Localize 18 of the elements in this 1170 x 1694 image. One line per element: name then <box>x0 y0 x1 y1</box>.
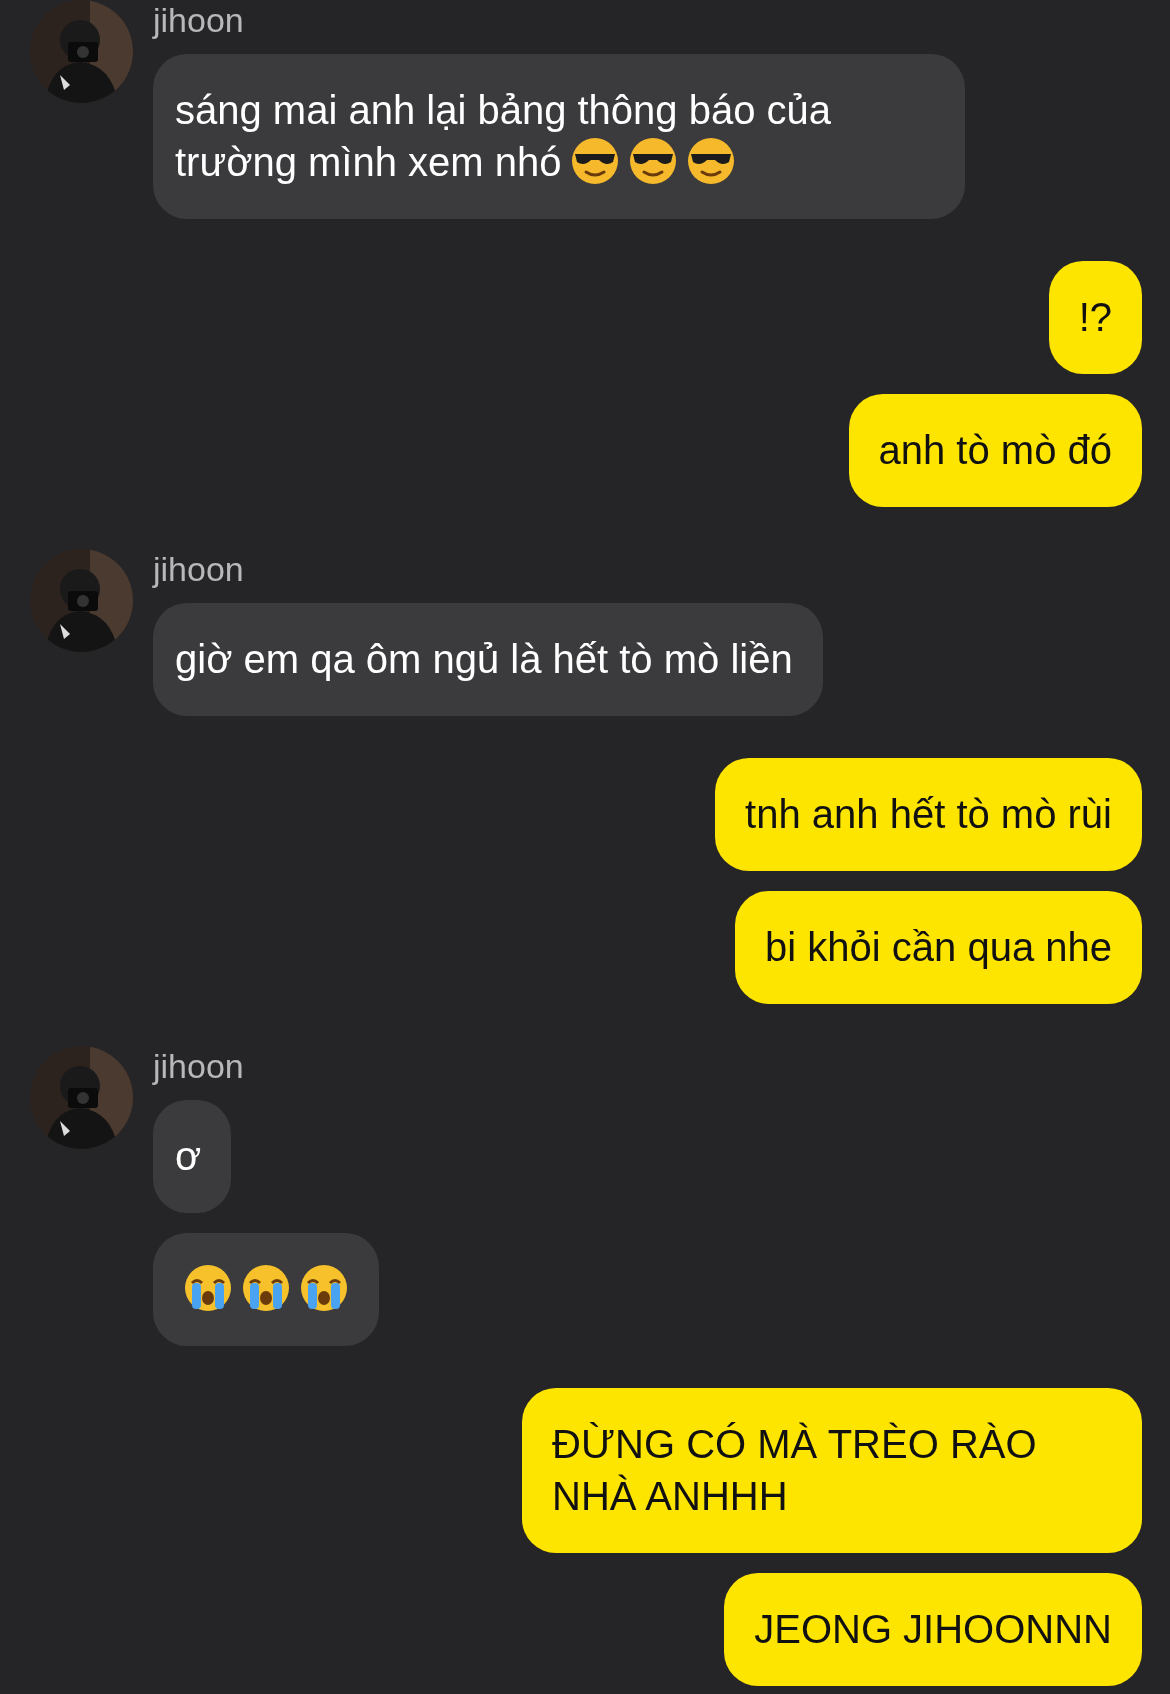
sender-name: jihoon <box>153 0 244 40</box>
sender-name: jihoon <box>153 549 244 589</box>
sunglasses-face-icon <box>627 136 678 186</box>
message-bubble: JEONG JIHOONNN <box>724 1573 1142 1686</box>
crying-face-icon <box>241 1263 291 1313</box>
message-bubble: sáng mai anh lại bảng thông báo của trường mình xem nhó <box>153 54 965 219</box>
crying-face-icon <box>183 1263 233 1313</box>
sunglasses-face-icon <box>685 136 736 186</box>
message-bubble: tnh anh hết tò mò rùi <box>715 758 1142 871</box>
message-bubble: ĐỪNG CÓ MÀ TRÈO RÀO NHÀ ANHHH <box>522 1388 1142 1553</box>
sender-name: jihoon <box>153 1046 244 1086</box>
sunglasses-face-icon <box>569 136 620 186</box>
message-bubble: giờ em qa ôm ngủ là hết tò mò liền <box>153 603 823 716</box>
message-bubble: ơ <box>153 1100 232 1213</box>
crying-face-icon <box>299 1263 349 1313</box>
message-bubble: bi khỏi cần qua nhe <box>735 891 1142 1004</box>
message-bubble: !? <box>1048 261 1142 374</box>
message-bubble: anh tò mò đó <box>848 394 1142 507</box>
